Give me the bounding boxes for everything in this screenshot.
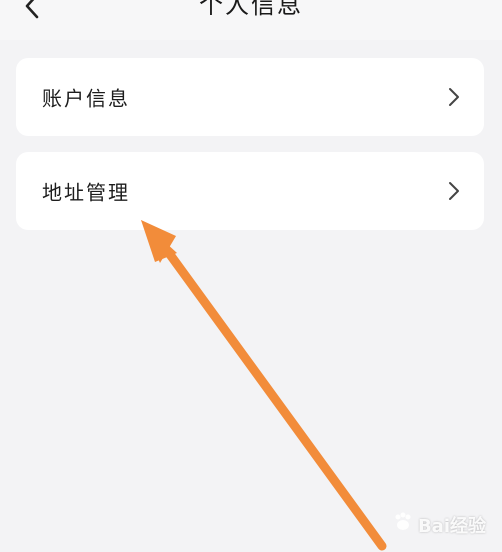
chevron-right-icon — [444, 87, 464, 107]
menu-item-label: 地址管理 — [42, 180, 130, 205]
paw-icon — [392, 511, 414, 538]
menu-item-address-management[interactable]: 地址管理 — [16, 152, 484, 230]
page-title: 个人信息 — [199, 0, 303, 19]
menu-item-label: 账户信息 — [42, 86, 130, 111]
top-navigation-bar: 个人信息 — [0, 0, 502, 40]
watermark-text: Bai经验 — [417, 515, 486, 537]
chevron-right-icon — [444, 181, 464, 201]
menu-item-account-info[interactable]: 账户信息 — [16, 58, 484, 136]
baidu-watermark: Bai经验 — [392, 511, 486, 538]
